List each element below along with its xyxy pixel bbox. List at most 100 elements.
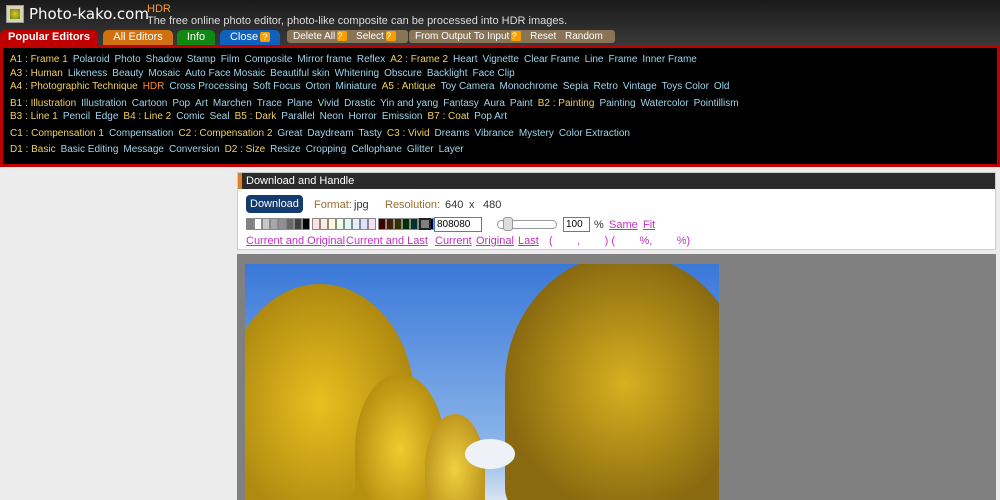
menu-item[interactable]: Glitter bbox=[407, 144, 434, 155]
original-link[interactable]: Original bbox=[476, 235, 514, 247]
menu-item[interactable]: Pencil bbox=[63, 111, 90, 122]
menu-item[interactable]: Sepia bbox=[563, 81, 589, 92]
color-swatch[interactable] bbox=[254, 218, 262, 230]
menu-item[interactable]: Paint bbox=[510, 98, 533, 109]
menu-item[interactable]: Painting bbox=[599, 98, 635, 109]
tab-info[interactable]: Info bbox=[177, 30, 215, 45]
color-swatch[interactable] bbox=[378, 218, 386, 230]
menu-item[interactable]: Message bbox=[123, 144, 164, 155]
menu-item[interactable]: Vignette bbox=[482, 54, 519, 65]
menu-item[interactable]: Neon bbox=[320, 111, 344, 122]
menu-item[interactable]: Frame bbox=[608, 54, 637, 65]
menu-item[interactable]: Old bbox=[714, 81, 730, 92]
menu-item[interactable]: Beauty bbox=[112, 68, 143, 79]
menu-item[interactable]: Soft Focus bbox=[253, 81, 301, 92]
current-and-original-link[interactable]: Current and Original bbox=[246, 235, 345, 247]
color-swatch[interactable] bbox=[294, 218, 302, 230]
menu-item[interactable]: Cartoon bbox=[132, 98, 168, 109]
current-link[interactable]: Current bbox=[435, 235, 472, 247]
menu-item[interactable]: Miniature bbox=[336, 81, 377, 92]
menu-item[interactable]: Conversion bbox=[169, 144, 220, 155]
select-button[interactable]: Select? bbox=[356, 31, 396, 42]
menu-item[interactable]: Polaroid bbox=[73, 54, 110, 65]
menu-item[interactable]: Illustration bbox=[81, 98, 127, 109]
menu-category[interactable]: D1 : Basic bbox=[10, 144, 56, 155]
color-swatch[interactable] bbox=[410, 218, 418, 230]
menu-item[interactable]: Film bbox=[221, 54, 240, 65]
help-icon[interactable]: ? bbox=[260, 32, 271, 42]
menu-item[interactable]: Basic Editing bbox=[61, 144, 119, 155]
color-swatch[interactable] bbox=[270, 218, 278, 230]
menu-item[interactable]: Reflex bbox=[357, 54, 385, 65]
last-link[interactable]: Last bbox=[518, 235, 539, 247]
menu-item[interactable]: Mystery bbox=[519, 128, 554, 139]
color-swatch[interactable] bbox=[262, 218, 270, 230]
site-title[interactable]: Photo-kako.com bbox=[29, 5, 149, 23]
menu-item[interactable]: Fantasy bbox=[443, 98, 479, 109]
menu-item[interactable]: Cropping bbox=[306, 144, 347, 155]
menu-item[interactable]: Compensation bbox=[109, 128, 173, 139]
menu-item[interactable]: Vintage bbox=[623, 81, 657, 92]
menu-category[interactable]: A4 : Photographic Technique bbox=[10, 81, 138, 92]
menu-category[interactable]: B3 : Line 1 bbox=[10, 111, 58, 122]
menu-item[interactable]: Resize bbox=[270, 144, 301, 155]
menu-item[interactable]: Yin and yang bbox=[380, 98, 438, 109]
color-swatch[interactable] bbox=[394, 218, 402, 230]
menu-item[interactable]: Face Clip bbox=[472, 68, 514, 79]
menu-item[interactable]: Tasty bbox=[359, 128, 382, 139]
menu-item[interactable]: Comic bbox=[176, 111, 204, 122]
color-swatch[interactable] bbox=[344, 218, 352, 230]
menu-item[interactable]: Pop bbox=[172, 98, 190, 109]
tab-close[interactable]: Close? bbox=[220, 30, 280, 45]
menu-category[interactable]: C3 : Vivid bbox=[387, 128, 430, 139]
menu-item[interactable]: Drastic bbox=[344, 98, 375, 109]
menu-category[interactable]: A2 : Frame 2 bbox=[390, 54, 448, 65]
menu-item[interactable]: Edge bbox=[95, 111, 118, 122]
menu-item[interactable]: Color Extraction bbox=[559, 128, 630, 139]
menu-item[interactable]: Retro bbox=[593, 81, 617, 92]
color-swatch[interactable] bbox=[336, 218, 344, 230]
menu-item[interactable]: Daydream bbox=[307, 128, 353, 139]
menu-category[interactable]: B1 : Illustration bbox=[10, 98, 76, 109]
color-swatch[interactable] bbox=[312, 218, 320, 230]
menu-category[interactable]: B4 : Line 2 bbox=[123, 111, 171, 122]
menu-item[interactable]: HDR bbox=[143, 81, 165, 92]
menu-category[interactable]: B2 : Painting bbox=[538, 98, 595, 109]
color-swatch[interactable] bbox=[360, 218, 368, 230]
menu-item[interactable]: Orton bbox=[306, 81, 331, 92]
menu-item[interactable]: Inner Frame bbox=[642, 54, 696, 65]
menu-item[interactable]: Seal bbox=[210, 111, 230, 122]
help-icon[interactable]: ? bbox=[511, 31, 522, 41]
menu-category[interactable]: C2 : Compensation 2 bbox=[178, 128, 272, 139]
tab-all-editors[interactable]: All Editors bbox=[103, 30, 173, 45]
menu-item[interactable]: Art bbox=[195, 98, 208, 109]
menu-category[interactable]: C1 : Compensation 1 bbox=[10, 128, 104, 139]
menu-category[interactable]: D2 : Size bbox=[225, 144, 266, 155]
color-swatch[interactable] bbox=[302, 218, 310, 230]
menu-item[interactable]: Pop Art bbox=[474, 111, 507, 122]
menu-item[interactable]: Likeness bbox=[68, 68, 107, 79]
menu-category[interactable]: B7 : Coat bbox=[427, 111, 469, 122]
menu-item[interactable]: Toy Camera bbox=[441, 81, 495, 92]
fit-link[interactable]: Fit bbox=[643, 219, 655, 231]
color-swatch[interactable] bbox=[278, 218, 286, 230]
menu-item[interactable]: Layer bbox=[439, 144, 464, 155]
current-and-last-link[interactable]: Current and Last bbox=[346, 235, 428, 247]
menu-item[interactable]: Great bbox=[277, 128, 302, 139]
menu-item[interactable]: Mosaic bbox=[148, 68, 180, 79]
menu-category[interactable]: B5 : Dark bbox=[235, 111, 277, 122]
reset-button[interactable]: Reset bbox=[530, 31, 556, 42]
menu-item[interactable]: Cellophane bbox=[351, 144, 402, 155]
menu-item[interactable]: Clear Frame bbox=[524, 54, 580, 65]
menu-item[interactable]: Vivid bbox=[318, 98, 340, 109]
menu-category[interactable]: A5 : Antique bbox=[382, 81, 436, 92]
menu-item[interactable]: Horror bbox=[349, 111, 377, 122]
color-swatch[interactable] bbox=[352, 218, 360, 230]
random-button[interactable]: Random bbox=[565, 31, 603, 42]
menu-item[interactable]: Emission bbox=[382, 111, 423, 122]
menu-item[interactable]: Line bbox=[585, 54, 604, 65]
menu-item[interactable]: Mirror frame bbox=[297, 54, 351, 65]
menu-item[interactable]: Cross Processing bbox=[169, 81, 247, 92]
menu-item[interactable]: Plane bbox=[287, 98, 313, 109]
tab-popular-editors[interactable]: Popular Editors bbox=[0, 30, 98, 45]
